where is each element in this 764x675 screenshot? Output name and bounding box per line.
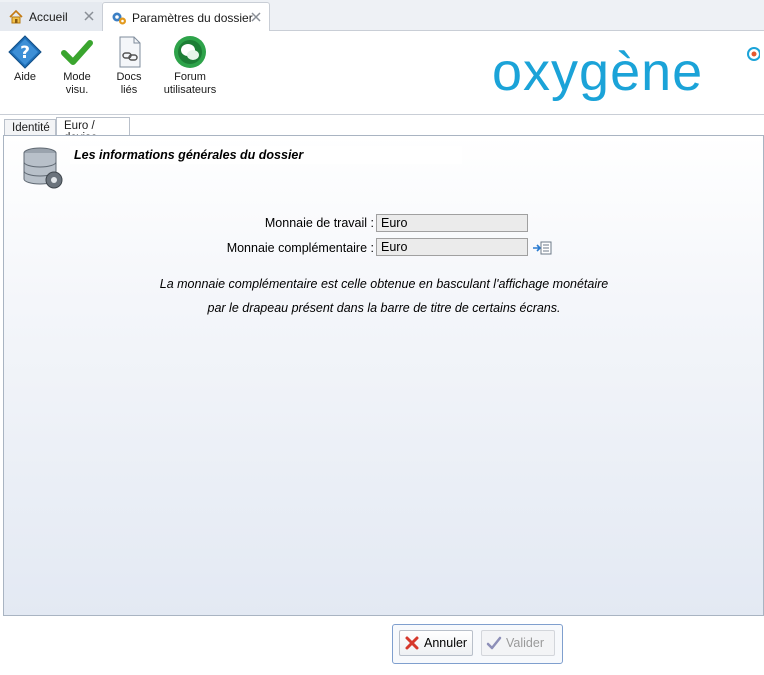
- forum-icon: [173, 35, 207, 69]
- annuler-button[interactable]: Annuler: [399, 630, 473, 656]
- forum-label: Forum utilisateurs: [163, 71, 217, 96]
- close-icon[interactable]: [82, 9, 96, 23]
- tab-accueil[interactable]: Accueil: [0, 2, 102, 31]
- home-icon: [8, 9, 24, 25]
- linked-docs-icon: [112, 35, 146, 69]
- info-line: par le drapeau présent dans la barre de …: [207, 301, 561, 315]
- monnaie-complementaire-label: Monnaie complémentaire :: [226, 241, 374, 255]
- document-tab-bar: Accueil Paramètres du dossier: [0, 0, 764, 32]
- annuler-label: Annuler: [424, 636, 468, 650]
- settings-gear-icon: [111, 10, 127, 26]
- database-settings-icon: [20, 146, 64, 190]
- help-icon: ?: [8, 35, 42, 69]
- checkmark-icon: [486, 635, 502, 651]
- aide-label: Aide: [13, 71, 37, 83]
- svg-text:?: ?: [20, 43, 30, 63]
- select-list-icon[interactable]: [532, 240, 552, 256]
- tab-euro-devise[interactable]: Euro / devise: [56, 117, 130, 144]
- docs-lies-button[interactable]: Docs liés: [106, 35, 152, 97]
- monnaie-travail-field[interactable]: Euro: [376, 214, 528, 232]
- tab-accueil-label: Accueil: [29, 9, 68, 24]
- tab-parametres-dossier[interactable]: Paramètres du dossier: [102, 2, 270, 32]
- section-title: Les informations générales du dossier: [70, 146, 462, 164]
- close-icon[interactable]: [249, 10, 263, 24]
- inner-tab-bar: Identité Euro / devise: [0, 116, 764, 144]
- mode-visu-button[interactable]: Mode visu.: [54, 35, 100, 97]
- aide-button[interactable]: ? Aide: [2, 35, 48, 84]
- action-bar: Annuler Valider: [0, 618, 764, 675]
- cancel-x-icon: [404, 635, 420, 651]
- info-line: La monnaie complémentaire est celle obte…: [159, 277, 609, 291]
- oxygene-logo: oxygène: [490, 38, 761, 110]
- tab-parametres-label: Paramètres du dossier: [132, 10, 253, 25]
- action-button-group: Annuler Valider: [392, 624, 563, 664]
- euro-devise-panel: Les informations générales du dossier Mo…: [3, 135, 764, 616]
- monnaie-complementaire-field[interactable]: Euro: [376, 238, 528, 256]
- mode-visu-label: Mode visu.: [63, 71, 91, 96]
- valider-label: Valider: [506, 636, 544, 650]
- docs-lies-label: Docs liés: [116, 71, 142, 96]
- logo-text: oxygène: [492, 42, 703, 102]
- forum-utilisateurs-button[interactable]: Forum utilisateurs: [158, 35, 222, 97]
- checkmark-icon: [60, 35, 94, 69]
- valider-button[interactable]: Valider: [481, 630, 555, 656]
- monnaie-travail-label: Monnaie de travail :: [264, 216, 374, 230]
